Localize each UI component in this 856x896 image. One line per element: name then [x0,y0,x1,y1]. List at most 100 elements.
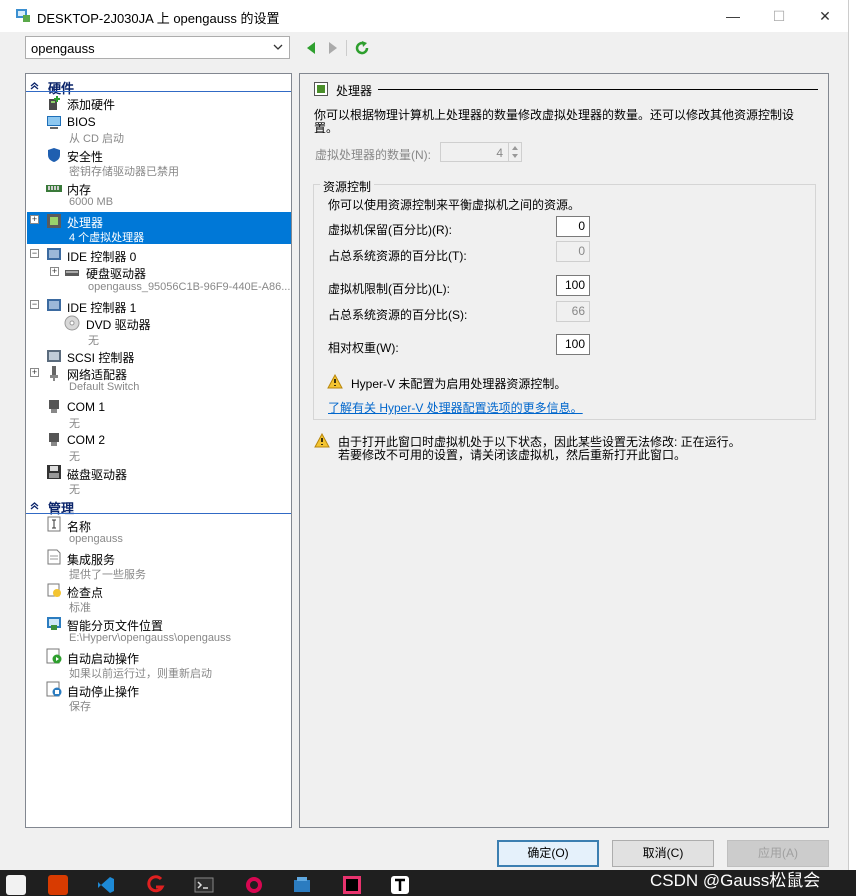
refresh-icon[interactable] [354,40,370,56]
tree-item-add-hardware[interactable]: 添加硬件 [26,94,291,112]
tree-item-smart-paging[interactable]: 智能分页文件位置 E:\Hyperv\opengauss\opengauss [26,614,291,646]
weight-input[interactable]: 100 [556,334,590,355]
tree-item-processor[interactable]: + 处理器 4 个虚拟处理器 [26,211,291,244]
tree-item-label: 硬盘驱动器 [86,267,147,281]
ok-button[interactable]: 确定(O) [497,840,599,867]
tree-item-scsi-controller[interactable]: SCSI 控制器 [26,347,291,365]
collapse-chevron-icon [30,82,39,90]
tree-item-security[interactable]: 安全性 密钥存储驱动器已禁用 [26,145,291,178]
tree-item-dvd-drive[interactable]: DVD 驱动器 无 [26,314,291,347]
app-g-icon[interactable] [146,875,166,895]
section-divider [26,513,291,514]
spinner-down-icon[interactable] [511,153,519,159]
hyperv-manager-icon[interactable] [292,875,312,895]
warning-icon [327,374,343,389]
forward-arrow-icon[interactable] [326,40,340,56]
jetbrains-icon[interactable] [342,875,362,895]
settings-tree: 硬件 添加硬件 BIOS 从 CD 启动 安全性 密钥存储驱动器已禁用 内存 6… [25,73,292,828]
tree-item-bios[interactable]: BIOS 从 CD 启动 [26,112,291,145]
tree-item-integration-services[interactable]: 集成服务 提供了一些服务 [26,548,291,581]
hyperv-warning-text: Hyper-V 未配置为启用处理器资源控制。 [351,377,567,391]
shield-icon [48,148,60,162]
collapse-toggle[interactable]: − [30,300,39,309]
close-button[interactable]: ✕ [802,0,848,32]
apply-button[interactable]: 应用(A) [727,840,829,867]
smart-paging-icon [47,617,61,630]
management-section-header[interactable]: 管理 [26,498,291,516]
weight-label: 相对权重(W): [328,341,399,355]
resource-control-description: 你可以使用资源控制来平衡虚拟机之间的资源。 [328,198,581,212]
expand-toggle[interactable]: + [30,215,39,224]
processor-description: 你可以根据物理计算机上处理器的数量修改虚拟处理器的数量。还可以修改其他资源控制设… [314,108,795,135]
csdn-watermark: CSDN @Gauss松鼠会 [650,871,821,890]
maximize-button[interactable]: ☐ [756,0,802,32]
toolbar-separator [346,40,347,56]
section-title: 处理器 [336,84,373,98]
running-warning-line2: 若要修改不可用的设置，请关闭该虚拟机，然后重新打开此窗口。 [338,448,687,462]
tree-item-sub: Default Switch [69,381,140,393]
tree-item-auto-start[interactable]: 自动启动操作 如果以前运行过，则重新启动 [26,647,291,680]
tree-item-name[interactable]: 名称 opengauss [26,515,291,547]
limit-input[interactable]: 100 [556,275,590,296]
tree-item-ide-controller-1[interactable]: − IDE 控制器 1 [26,296,291,315]
back-arrow-icon[interactable] [304,40,318,56]
serial-port-icon [49,400,59,413]
title-rule [378,89,818,90]
tree-item-auto-stop[interactable]: 自动停止操作 保存 [26,680,291,713]
debian-icon[interactable] [244,875,264,895]
vcpu-count-label: 虚拟处理器的数量(N): [315,148,431,162]
learn-more-link[interactable]: 了解有关 Hyper-V 处理器配置选项的更多信息。 [328,399,583,416]
spinner-up-icon[interactable] [511,145,519,151]
vm-select-dropdown[interactable]: opengauss [25,36,290,59]
limit-label: 虚拟机限制(百分比)(L): [328,282,450,296]
tree-item-sub: 无 [69,451,80,463]
tree-item-sub: E:\Hyperv\opengauss\opengauss [69,632,232,644]
cancel-button[interactable]: 取消(C) [612,840,714,867]
tree-item-sub: 如果以前运行过，则重新启动 [69,668,212,680]
tree-item-sub: 提供了一些服务 [69,569,146,581]
spinner-buttons[interactable] [508,143,521,161]
hyperv-app-icon [16,9,30,22]
tree-item-sub: 标准 [69,602,91,614]
expand-toggle[interactable]: + [50,267,59,276]
auto-start-icon [46,648,62,664]
vm-select-value: opengauss [31,41,95,56]
reserve-input[interactable]: 0 [556,216,590,237]
collapse-chevron-icon [30,502,39,510]
tree-item-com2[interactable]: COM 2 无 [26,430,291,463]
tree-item-hard-drive[interactable]: + 硬盘驱动器 opengauss_95056C1B-96F9-440E-A86… [26,263,291,295]
name-field-icon [47,516,61,532]
vscode-icon[interactable] [96,875,116,895]
ide-controller-icon [47,248,61,260]
tree-item-sub: 密钥存储驱动器已禁用 [69,166,179,178]
chevron-down-icon [273,44,283,50]
hard-drive-icon [65,270,79,276]
minimize-button[interactable]: — [710,0,756,32]
tree-item-sub: 无 [88,335,99,347]
scsi-controller-icon [47,350,61,362]
processor-icon [47,214,61,228]
title-bar: DESKTOP-2J030JA 上 opengauss 的设置 — ☐ ✕ [0,0,848,32]
tree-item-memory[interactable]: 内存 6000 MB [26,178,291,210]
collapse-toggle[interactable]: − [30,249,39,258]
file-explorer-icon[interactable] [6,875,26,895]
office-icon[interactable] [48,875,68,895]
tree-item-disk-drive[interactable]: 磁盘驱动器 无 [26,463,291,496]
tree-item-label: 添加硬件 [67,98,116,112]
memory-icon [46,185,62,192]
limit-total-label: 占总系统资源的百分比(S): [328,308,468,322]
tree-item-network-adapter[interactable]: + 网络适配器 Default Switch [26,364,291,396]
dvd-disc-icon [64,315,80,331]
tree-item-label: DVD 驱动器 [86,318,151,332]
tree-item-com1[interactable]: COM 1 无 [26,397,291,430]
limit-total-value: 66 [556,301,590,322]
typora-icon[interactable] [390,875,410,895]
tree-item-checkpoints[interactable]: 检查点 标准 [26,581,291,614]
tree-item-label: COM 1 [67,400,106,414]
vcpu-count-spinner[interactable]: 4 [440,142,522,162]
ide-controller-icon [47,299,61,311]
expand-toggle[interactable]: + [30,368,39,377]
terminal-icon[interactable] [194,875,214,895]
tree-item-ide-controller-0[interactable]: − IDE 控制器 0 [26,245,291,264]
tree-item-label: BIOS [67,115,96,129]
